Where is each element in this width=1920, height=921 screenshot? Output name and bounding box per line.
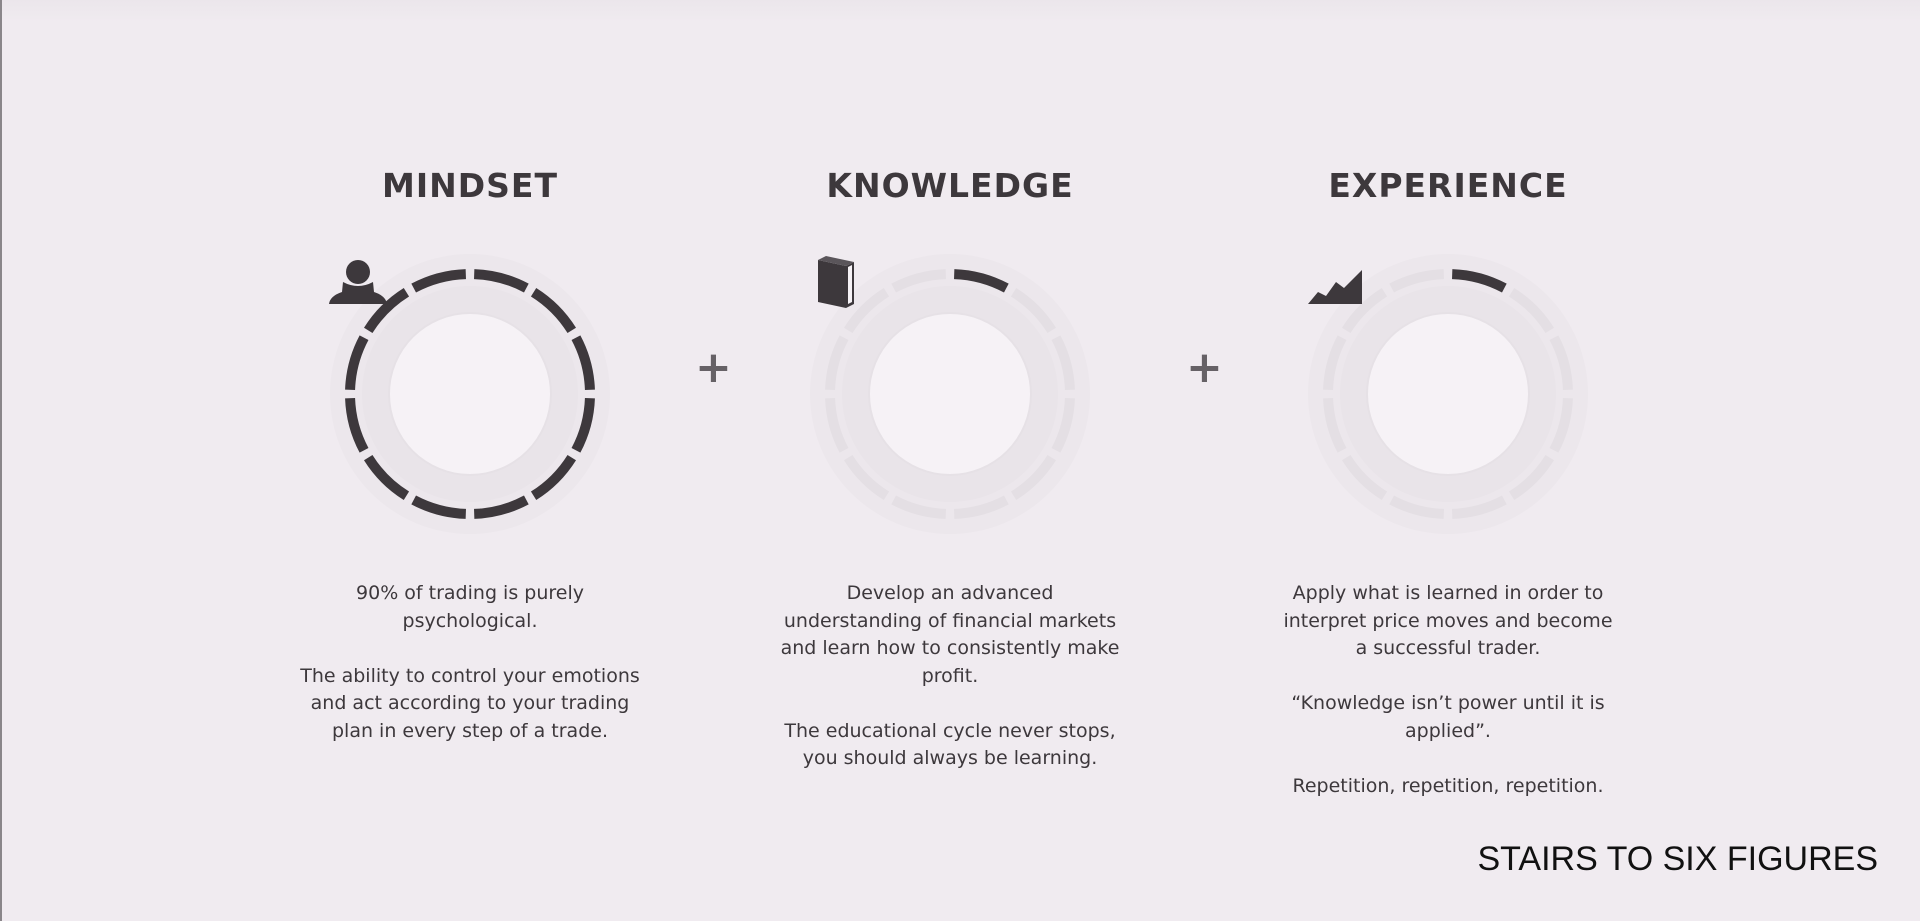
chart-icon [1308,270,1362,304]
dial-center [1368,314,1528,474]
description-paragraph: 90% of trading is purely psychological. [356,582,584,632]
book-icon [818,256,854,308]
column-title: KNOWLEDGE [826,166,1074,205]
column-description: Apply what is learned in order to interp… [1278,580,1618,828]
person-icon [329,260,387,304]
column-title: EXPERIENCE [1328,166,1568,205]
dial-center [870,314,1030,474]
plus-operator: + [1186,342,1223,393]
description-paragraph: The educational cycle never stops, you s… [784,719,1116,770]
left-edge-line [0,0,2,921]
description-paragraph: Develop an advanced understanding of fin… [780,582,1120,687]
column-description: Develop an advanced understanding of fin… [780,580,1120,800]
description-paragraph: Repetition, repetition, repetition. [1292,774,1604,797]
progress-dial [318,242,622,546]
description-paragraph: The ability to control your emotions and… [300,664,640,742]
description-paragraph: “Knowledge isn’t power until it is appli… [1291,692,1605,742]
description-paragraph: Apply what is learned in order to interp… [1283,582,1613,659]
dial-center [390,314,550,474]
plus-operator: + [695,342,732,393]
column-description: 90% of trading is purely psychological. T… [300,580,640,773]
progress-dial [798,242,1102,546]
progress-dial [1296,242,1600,546]
top-strip [0,0,1920,22]
column-title: MINDSET [382,166,558,205]
brand-caption: STAIRS TO SIX FIGURES [1477,840,1878,878]
